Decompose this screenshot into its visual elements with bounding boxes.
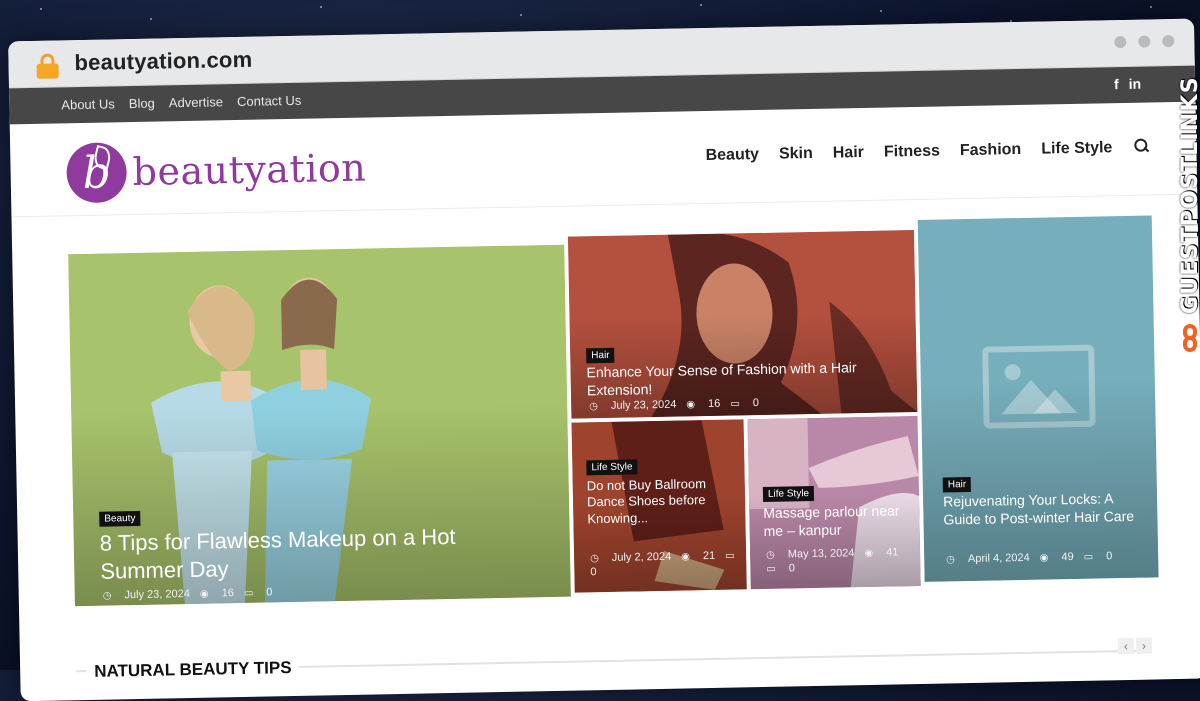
comments-count: 0: [1106, 550, 1112, 562]
comments-count: 0: [590, 566, 596, 578]
category-badge[interactable]: Life Style: [586, 459, 637, 475]
post-title[interactable]: 8 Tips for Flawless Makeup on a Hot Summ…: [100, 522, 521, 585]
post-title[interactable]: Massage parlour near me – kanpur: [763, 502, 904, 540]
browser-window: beautyation.com About Us Blog Advertise …: [8, 19, 1200, 701]
chevron-left-icon[interactable]: ‹: [1118, 638, 1134, 654]
featured-grid: Beauty 8 Tips for Flawless Makeup on a H…: [68, 215, 1159, 606]
post-date: April 4, 2024: [968, 552, 1030, 565]
views-icon: ◉: [686, 398, 698, 410]
featured-post[interactable]: Life Style Massage parlour near me – kan…: [747, 416, 920, 589]
comments-icon: ▭: [730, 397, 743, 409]
nav-item-skin[interactable]: Skin: [779, 145, 813, 164]
comments-icon: ▭: [244, 587, 257, 599]
window-dot-icon[interactable]: [1162, 35, 1174, 47]
clock-icon: ◷: [589, 400, 601, 412]
views-count: 16: [708, 398, 720, 410]
nav-item-fitness[interactable]: Fitness: [884, 143, 940, 162]
post-date: July 23, 2024: [124, 588, 190, 601]
guestpostlinks-watermark: GUESTPOSTLINKS: [1178, 76, 1200, 352]
logo-text: beautyation: [132, 146, 366, 194]
clock-icon: ◷: [590, 552, 602, 564]
category-badge[interactable]: Life Style: [763, 486, 814, 502]
topbar-link-advertise[interactable]: Advertise: [169, 94, 223, 110]
category-badge[interactable]: Beauty: [99, 511, 140, 527]
window-controls: [1114, 35, 1174, 48]
views-icon: ◉: [200, 588, 212, 600]
clock-icon: ◷: [766, 549, 778, 561]
featured-post[interactable]: Life Style Do not Buy Ballroom Dance Sho…: [572, 419, 747, 592]
comments-icon: ▭: [1084, 551, 1097, 563]
clock-icon: ◷: [946, 553, 958, 565]
featured-post[interactable]: Hair Enhance Your Sense of Fashion with …: [568, 230, 917, 419]
views-icon: ◉: [681, 550, 693, 562]
logo-mark-icon: b: [66, 142, 127, 203]
site-logo[interactable]: b beautyation: [66, 138, 367, 204]
nav-item-fashion[interactable]: Fashion: [960, 141, 1022, 160]
nav-item-lifestyle[interactable]: Life Style: [1041, 139, 1112, 158]
clock-icon: ◷: [103, 589, 115, 601]
comments-count: 0: [789, 562, 795, 574]
post-title[interactable]: Do not Buy Ballroom Dance Shoes before K…: [587, 476, 728, 527]
topbar-link-about[interactable]: About Us: [61, 96, 115, 112]
featured-post[interactable]: Hair Rejuvenating Your Locks: A Guide to…: [918, 215, 1159, 581]
post-title[interactable]: Enhance Your Sense of Fashion with a Hai…: [586, 358, 907, 399]
address-bar[interactable]: beautyation.com: [74, 47, 252, 76]
views-count: 21: [703, 550, 715, 562]
post-title[interactable]: Rejuvenating Your Locks: A Guide to Post…: [943, 490, 1144, 529]
comments-icon: ▭: [725, 549, 738, 561]
views-count: 49: [1061, 551, 1073, 563]
carousel-controls: ‹ ›: [1118, 638, 1152, 655]
comments-icon: ▭: [766, 563, 779, 575]
chain-link-icon: [1181, 322, 1200, 352]
linkedin-icon[interactable]: in: [1129, 76, 1142, 92]
post-date: July 23, 2024: [611, 399, 677, 412]
topbar-link-contact[interactable]: Contact Us: [237, 93, 302, 109]
chevron-right-icon[interactable]: ›: [1136, 638, 1152, 654]
nav-item-beauty[interactable]: Beauty: [705, 146, 759, 165]
featured-post-large[interactable]: Beauty 8 Tips for Flawless Makeup on a H…: [68, 245, 571, 606]
category-badge[interactable]: Hair: [943, 477, 972, 493]
post-date: May 13, 2024: [788, 547, 855, 560]
comments-count: 0: [753, 397, 759, 409]
nav-item-hair[interactable]: Hair: [833, 144, 864, 163]
window-dot-icon[interactable]: [1114, 36, 1126, 48]
views-count: 16: [222, 587, 234, 599]
search-icon[interactable]: [1134, 139, 1148, 153]
comments-count: 0: [266, 586, 272, 598]
post-meta: ◷ July 2, 2024 ◉ 21 ▭ 0: [590, 549, 740, 578]
watermark-text: GUESTPOSTLINKS: [1178, 76, 1200, 314]
views-count: 41: [886, 546, 898, 558]
views-icon: ◉: [864, 547, 876, 559]
facebook-icon[interactable]: f: [1114, 76, 1119, 92]
post-date: July 2, 2024: [612, 551, 672, 564]
lock-icon: [36, 53, 58, 77]
post-meta: ◷ May 13, 2024 ◉ 41 ▭ 0: [766, 546, 916, 575]
views-icon: ◉: [1040, 551, 1052, 563]
window-dot-icon[interactable]: [1138, 35, 1150, 47]
category-badge[interactable]: Hair: [586, 348, 615, 364]
topbar-link-blog[interactable]: Blog: [129, 96, 155, 111]
main-nav: Beauty Skin Hair Fitness Fashion Life St…: [705, 139, 1112, 165]
